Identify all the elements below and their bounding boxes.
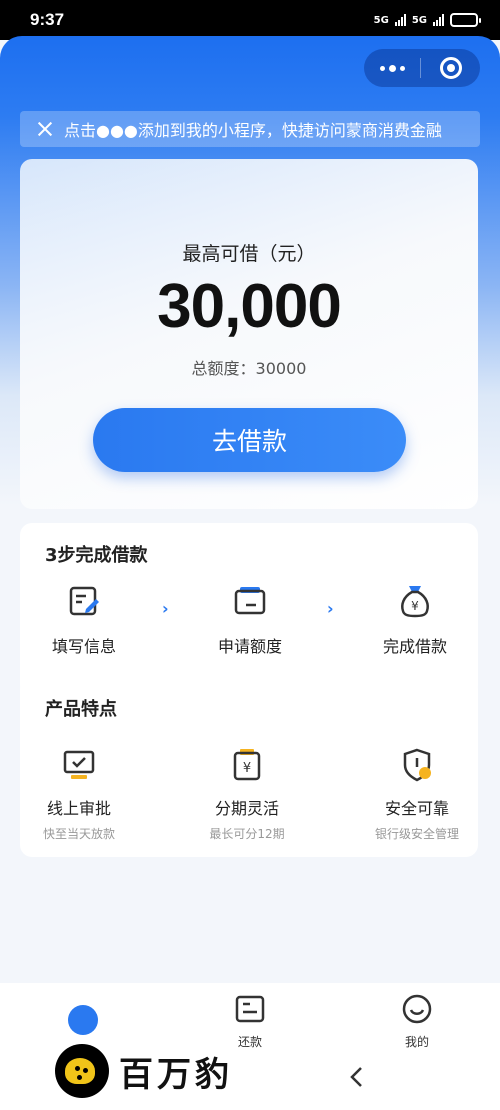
back-chevron-icon[interactable]	[342, 1062, 372, 1092]
status-icons: 5G 5G	[373, 13, 481, 27]
leopard-logo-icon	[55, 1044, 109, 1098]
credit-limit-card: 最高可借（元） 30,000 总额度：30000 去借款	[20, 159, 478, 509]
status-time: 9:37	[30, 10, 65, 29]
tab-mine[interactable]: 我的	[377, 993, 457, 1050]
target-circle-icon[interactable]	[421, 49, 480, 87]
close-icon[interactable]	[36, 120, 54, 138]
monitor-check-icon	[63, 750, 95, 779]
feature-secure: 安全可靠 银行级安全管理	[342, 747, 492, 842]
steps-card: 3步完成借款 填写信息 › 申请额度 › ¥ 完成借款	[20, 523, 478, 697]
money-bag-icon: ¥	[401, 586, 429, 618]
add-to-my-program-tip: 点击●●●添加到我的小程序，快捷访问蒙商消费金融	[20, 111, 480, 147]
max-borrow-label: 最高可借（元）	[182, 243, 316, 265]
step-fill-info[interactable]: 填写信息	[24, 583, 144, 657]
feature-flexible-installments: ¥ 分期灵活 最长可分12期	[172, 747, 322, 842]
chevron-right-icon: ›	[327, 599, 334, 618]
tab-home[interactable]	[43, 993, 123, 1035]
tab-mine-label: 我的	[404, 1035, 429, 1049]
smile-face-icon	[402, 994, 432, 1024]
max-borrow-amount: 30,000	[157, 272, 342, 341]
feature-label: 安全可靠	[384, 799, 449, 818]
edit-form-icon	[69, 586, 99, 616]
features-card: 产品特点 线上审批 快至当天放款 ¥ 分期灵活 最长可分12期 安全可靠 银行级…	[20, 677, 478, 857]
tip-text: 点击●●●添加到我的小程序，快捷访问蒙商消费金融	[64, 121, 442, 140]
features-title: 产品特点	[45, 699, 117, 720]
svg-text:¥: ¥	[243, 761, 251, 776]
step-label: 填写信息	[51, 637, 116, 656]
shield-icon	[403, 748, 431, 782]
three-dots-icon[interactable]	[364, 49, 420, 87]
repay-card-icon	[235, 995, 265, 1023]
feature-label: 分期灵活	[214, 799, 279, 818]
step-label: 申请额度	[217, 637, 282, 656]
yen-card-icon: ¥	[233, 749, 261, 781]
feature-online-approval: 线上审批 快至当天放款	[4, 747, 154, 842]
step-label: 完成借款	[382, 637, 447, 656]
step-complete-loan[interactable]: ¥ 完成借款	[355, 583, 475, 657]
watermark: 百万豹	[55, 1040, 275, 1102]
network-label-2: 5G	[411, 14, 427, 26]
feature-sub: 银行级安全管理	[374, 827, 459, 841]
feature-sub: 最长可分12期	[209, 827, 285, 841]
battery-icon	[450, 13, 481, 27]
steps-title: 3步完成借款	[45, 545, 148, 566]
svg-text:¥: ¥	[411, 599, 419, 613]
signal-icon	[394, 14, 406, 26]
signal-icon-2	[433, 14, 444, 26]
step-apply-quota[interactable]: 申请额度	[190, 583, 310, 657]
watermark-text: 百万豹	[119, 1054, 233, 1095]
mini-program-page: 点击●●●添加到我的小程序，快捷访问蒙商消费金融 最高可借（元） 30,000 …	[0, 36, 500, 1110]
total-quota: 总额度：30000	[191, 359, 307, 378]
status-bar: 9:37 5G 5G	[0, 0, 500, 40]
network-label: 5G	[373, 14, 389, 26]
home-dot-icon	[68, 1005, 98, 1035]
chevron-right-icon: ›	[162, 599, 169, 618]
borrow-button[interactable]: 去借款	[93, 408, 406, 472]
capsule-menu	[364, 49, 480, 87]
feature-sub: 快至当天放款	[42, 827, 115, 841]
feature-label: 线上审批	[46, 799, 111, 818]
wallet-card-icon	[234, 587, 266, 615]
